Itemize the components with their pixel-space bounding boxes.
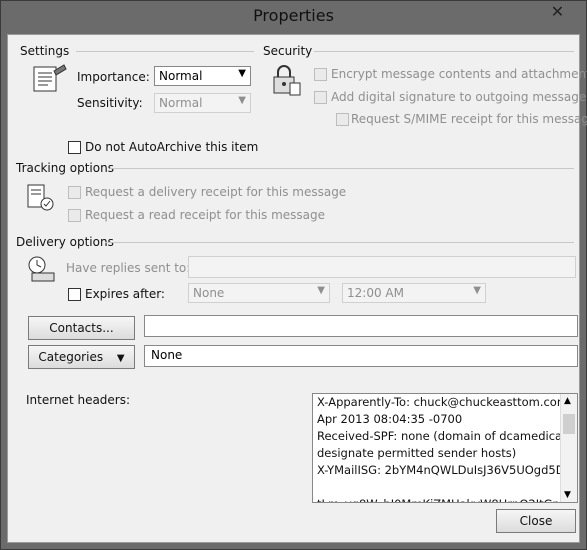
replies-label: Have replies sent to: [66,261,191,275]
tracking-heading: Tracking options [16,161,114,175]
expires-time-select[interactable]: 12:00 AM ▼ [342,283,486,303]
categories-button[interactable]: Categories ▼ [28,345,135,369]
categories-field[interactable]: None [144,345,578,367]
contacts-button[interactable]: Contacts... [28,316,135,340]
contacts-field[interactable] [144,315,578,337]
internet-headers-label: Internet headers: [26,393,131,407]
no-autoarchive-label: Do not AutoArchive this item [85,140,259,154]
tracking-divider [110,168,574,169]
header-line [313,479,577,496]
close-button[interactable]: Close [496,509,576,533]
close-icon[interactable]: ✕ [535,1,580,23]
window-title: Properties [253,6,334,25]
tracking-icon [27,184,54,211]
title-bar: Properties ✕ [1,1,586,34]
delivery-receipt-label: Request a delivery receipt for this mess… [85,185,347,199]
delivery-divider [105,242,574,243]
replies-field[interactable] [188,256,576,278]
header-line: Apr 2013 08:04:35 -0700 [317,412,463,426]
delivery-receipt-checkbox[interactable] [68,186,81,199]
delivery-heading: Delivery options [16,235,114,249]
chevron-down-icon: ▼ [317,285,325,296]
scroll-down-icon[interactable]: ▼ [564,490,571,500]
read-receipt-label: Request a read receipt for this message [85,208,326,222]
settings-heading: Settings [20,44,70,58]
encrypt-label: Encrypt message contents and attachments [331,67,587,81]
importance-value: Normal [159,69,203,83]
header-line: designate permitted sender hosts) [317,446,517,460]
header-line: X-Apparently-To: chuck@chuckeasttom.com … [317,395,577,409]
expires-checkbox[interactable] [68,288,81,301]
headers-scrollbar[interactable]: ▲ ▼ [560,394,577,502]
header-line: Received-SPF: none (domain of dcamedical… [317,429,578,443]
properties-icon [33,64,67,92]
security-heading: Security [263,44,313,58]
lock-icon [273,65,301,96]
importance-select[interactable]: Normal ▼ [154,66,251,86]
read-receipt-checkbox[interactable] [68,209,81,222]
scroll-thumb[interactable] [563,414,575,434]
categories-label: Categories [38,350,104,364]
signature-checkbox[interactable] [314,91,327,104]
smime-label: Request S/MIME receipt for this message [351,112,587,126]
settings-divider [76,51,254,52]
chevron-down-icon: ▼ [238,95,246,106]
delivery-icon [28,256,55,282]
expires-time-value: 12:00 AM [347,286,404,300]
header-line: tLm_vg8W_hI0MmKjZMUakvW8HrpO2ItGpoQ1uTmK… [313,496,577,502]
scroll-up-icon[interactable]: ▲ [564,396,571,406]
dialog-body: Settings Importance: Normal ▼ Sensitivit… [7,34,587,543]
properties-window: Properties ✕ Settings Importance: Normal… [0,0,587,550]
headers-text: X-Apparently-To: chuck@chuckeasttom.com … [313,394,578,502]
chevron-down-icon: ▼ [473,285,481,296]
expires-date-select[interactable]: None ▼ [188,283,330,303]
expires-date-value: None [193,286,225,300]
chevron-down-icon: ▼ [238,68,246,79]
security-divider [314,51,574,52]
no-autoarchive-checkbox[interactable] [68,141,81,154]
header-line: X-YMailISG: 2bYM4nQWLDuIsJ36V5UOgd5D8BVY… [317,463,577,477]
chevron-down-icon: ▼ [116,353,125,364]
sensitivity-label: Sensitivity: [77,96,143,110]
expires-label: Expires after: [85,287,165,301]
encrypt-checkbox[interactable] [314,68,327,81]
sensitivity-select[interactable]: Normal ▼ [154,93,251,113]
smime-checkbox[interactable] [336,113,349,126]
importance-label: Importance: [77,70,150,84]
signature-label: Add digital signature to outgoing messag… [331,90,587,104]
sensitivity-value: Normal [159,96,203,110]
internet-headers-box[interactable]: X-Apparently-To: chuck@chuckeasttom.com … [312,393,578,503]
